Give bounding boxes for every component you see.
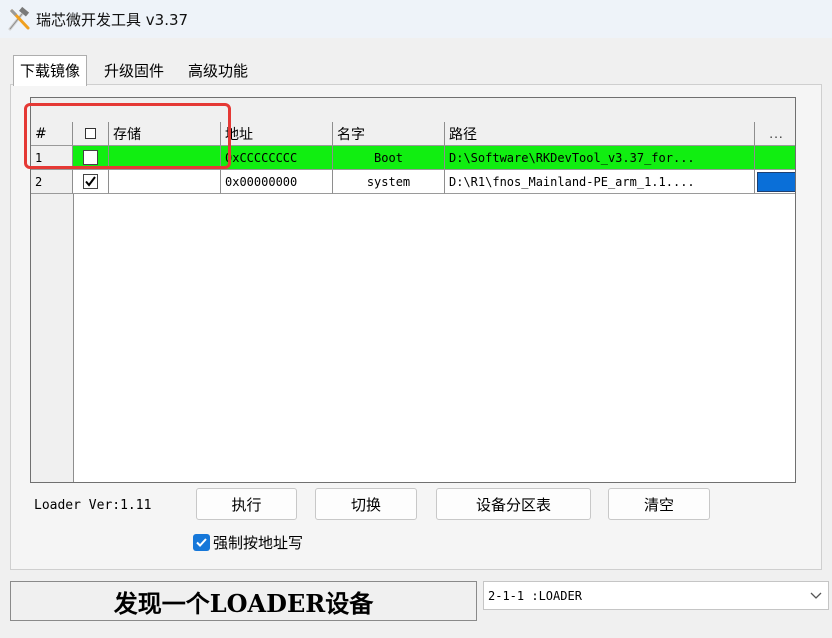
table-top-strip <box>31 98 795 123</box>
col-header-address: 地址 <box>221 122 333 146</box>
switch-button[interactable]: 切换 <box>315 488 417 520</box>
storage-cell[interactable] <box>109 170 221 194</box>
force-write-option[interactable]: 强制按地址写 <box>193 532 303 553</box>
clear-button[interactable]: 清空 <box>608 488 710 520</box>
checkmark-icon <box>196 538 207 547</box>
force-write-label: 强制按地址写 <box>213 534 304 552</box>
status-message: 发现一个LOADER设备 <box>10 581 477 621</box>
col-header-number: # <box>31 122 73 146</box>
row-checkbox-cell[interactable] <box>73 170 109 194</box>
col-header-storage: 存储 <box>109 122 221 146</box>
address-cell[interactable]: 0x00000000 <box>221 170 333 194</box>
row-number: 1 <box>31 146 73 170</box>
name-cell[interactable]: system <box>333 170 445 194</box>
row-checkbox-cell[interactable] <box>73 146 109 170</box>
title-bar: 瑞芯微开发工具 v3.37 <box>0 0 832 38</box>
partition-table-button[interactable]: 设备分区表 <box>436 488 591 520</box>
chevron-down-icon[interactable] <box>804 592 828 600</box>
image-table[interactable]: # 存储 地址 名字 路径 ... 1 0xCCCCCCCC Boot D:\S… <box>30 97 796 483</box>
run-button[interactable]: 执行 <box>196 488 297 520</box>
col-header-check[interactable] <box>73 122 109 146</box>
table-row[interactable]: 2 0x00000000 system D:\R1\fnos_Mainland-… <box>31 170 795 194</box>
row-header-column <box>31 146 74 482</box>
tab-upgrade-firmware[interactable]: 升级固件 <box>104 60 164 81</box>
col-header-path: 路径 <box>445 122 755 146</box>
col-header-more: ... <box>755 122 795 146</box>
col-header-name: 名字 <box>333 122 445 146</box>
storage-cell[interactable] <box>109 146 221 170</box>
tools-icon <box>8 6 30 31</box>
window-title: 瑞芯微开发工具 v3.37 <box>36 11 189 29</box>
row-number: 2 <box>31 170 73 194</box>
table-row[interactable]: 1 0xCCCCCCCC Boot D:\Software\RKDevTool_… <box>31 146 795 170</box>
tab-download-image[interactable]: 下载镜像 <box>13 55 88 86</box>
browse-cell[interactable] <box>755 146 795 170</box>
path-cell[interactable]: D:\R1\fnos_Mainland-PE_arm_1.1.... <box>445 170 755 194</box>
loader-version-label: Loader Ver:1.11 <box>34 498 152 513</box>
device-select[interactable]: 2-1-1 :LOADER <box>483 581 829 610</box>
select-all-checkbox[interactable] <box>85 128 96 139</box>
name-cell[interactable]: Boot <box>333 146 445 170</box>
device-select-value: 2-1-1 :LOADER <box>488 588 582 603</box>
checkmark-icon <box>85 176 96 187</box>
table-body: # 存储 地址 名字 路径 ... 1 0xCCCCCCCC Boot D:\S… <box>31 122 795 482</box>
row-checkbox[interactable] <box>83 150 98 165</box>
path-cell[interactable]: D:\Software\RKDevTool_v3.37_for... <box>445 146 755 170</box>
browse-button-selected[interactable] <box>756 171 795 192</box>
force-write-checkbox[interactable] <box>193 534 210 551</box>
address-cell[interactable]: 0xCCCCCCCC <box>221 146 333 170</box>
status-text: 发现一个LOADER设备 <box>113 588 374 618</box>
browse-cell[interactable] <box>755 170 795 194</box>
row-checkbox[interactable] <box>83 174 98 189</box>
tab-advanced-functions[interactable]: 高级功能 <box>188 60 248 81</box>
table-header-row: # 存储 地址 名字 路径 ... <box>31 122 795 146</box>
